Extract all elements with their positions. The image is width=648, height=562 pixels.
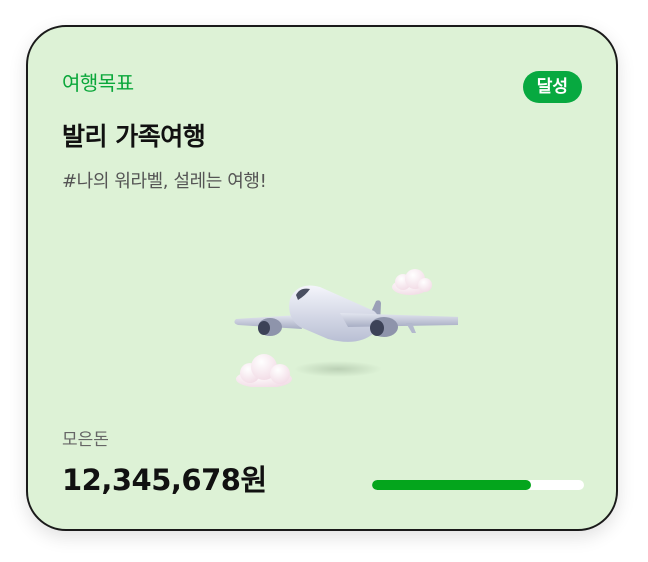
travel-goal-card[interactable]: 여행목표 달성 발리 가족여행 #나의 워라벨, 설레는 여행! 모은돈 12,… <box>26 25 618 531</box>
saved-money-label: 모은돈 <box>62 430 109 450</box>
saved-money-amount: 12,345,678원 <box>62 463 267 497</box>
category-label: 여행목표 <box>62 71 134 95</box>
goal-progress-bar <box>372 480 584 490</box>
goal-title: 발리 가족여행 <box>62 122 206 151</box>
cloud-icon <box>392 269 432 295</box>
airplane-shadow <box>294 361 382 377</box>
status-badge: 달성 <box>522 71 582 103</box>
goal-subtitle: #나의 워라벨, 설레는 여행! <box>62 171 267 192</box>
goal-progress-fill <box>372 480 531 490</box>
cloud-icon <box>236 354 292 388</box>
airplane-illustration <box>198 237 463 388</box>
